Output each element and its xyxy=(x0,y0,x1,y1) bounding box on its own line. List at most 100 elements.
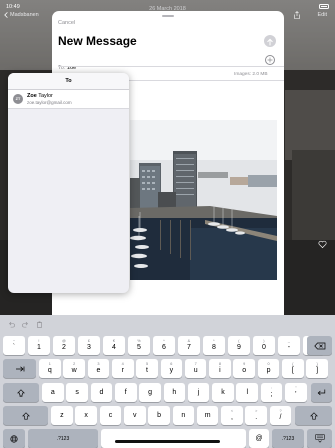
numbers-key-right[interactable]: .?123 xyxy=(272,429,304,448)
globe-key[interactable] xyxy=(3,429,25,448)
key-h[interactable]: h xyxy=(163,383,186,402)
key-y[interactable]: 6y xyxy=(160,359,183,378)
plus-icon xyxy=(267,57,273,63)
numbers-key-left[interactable]: .?123 xyxy=(28,429,98,448)
key-g[interactable]: g xyxy=(139,383,161,402)
key-i[interactable]: 8i xyxy=(209,359,231,378)
key--[interactable]: _ - xyxy=(277,336,300,355)
key-e[interactable]: 3e xyxy=(87,359,110,378)
delete-key[interactable] xyxy=(307,336,332,355)
dismiss-keyboard-key[interactable] xyxy=(307,429,332,448)
key-u[interactable]: 7u xyxy=(184,359,207,378)
key-label: k xyxy=(221,389,225,396)
space-bar[interactable] xyxy=(101,429,246,448)
key-w[interactable]: 2w xyxy=(63,359,85,378)
key-m[interactable]: m xyxy=(196,406,219,425)
key-[[interactable]: {[ xyxy=(282,359,304,378)
add-contact-button[interactable] xyxy=(265,55,275,65)
key-label: 4 xyxy=(111,344,116,352)
key-label: g xyxy=(148,389,152,396)
key-label: c xyxy=(108,412,113,419)
key-alt-label: " xyxy=(295,385,297,390)
key-j[interactable]: j xyxy=(187,383,210,402)
key-t[interactable]: 5t xyxy=(136,359,158,378)
images-label: Images: xyxy=(234,72,252,77)
key-5[interactable]: % 5 xyxy=(127,336,150,355)
key-label: m xyxy=(204,412,211,419)
numbers-key-label: .?123 xyxy=(56,435,70,442)
shift-key-left[interactable] xyxy=(3,406,48,425)
return-key[interactable] xyxy=(311,383,332,402)
key-k[interactable]: k xyxy=(212,383,234,402)
key-0[interactable]: ) 0 xyxy=(252,336,275,355)
key-label: l xyxy=(246,389,249,396)
key-6[interactable]: ^ 6 xyxy=(152,336,175,355)
key-4[interactable]: €4 xyxy=(102,336,125,355)
key-label: s xyxy=(75,389,79,396)
keyboard-shortcut-bar xyxy=(0,315,335,333)
paste-icon[interactable] xyxy=(36,321,43,328)
home-indicator xyxy=(115,440,220,443)
caps-lock-key[interactable] xyxy=(3,383,39,402)
key-o[interactable]: 9o xyxy=(233,359,256,378)
key-a[interactable]: a xyxy=(42,383,64,402)
key-`[interactable]: ~ ` xyxy=(3,336,25,355)
contact-suggestion[interactable]: ZT Zoe Taylor zoe.taylor@gmail.com xyxy=(8,90,129,109)
key-l[interactable]: l xyxy=(236,383,259,402)
key-alt-label: ~ xyxy=(12,338,16,343)
back-button[interactable]: Madsbanen xyxy=(4,12,39,18)
key-7[interactable]: & 7 xyxy=(177,336,200,355)
key-c[interactable]: c xyxy=(99,406,122,425)
harbour-photo xyxy=(130,120,277,280)
key-d[interactable]: d xyxy=(90,383,113,402)
key-z[interactable]: z xyxy=(51,406,73,425)
share-icon[interactable] xyxy=(293,11,301,19)
key-,[interactable]: <, xyxy=(221,406,243,425)
key-n[interactable]: n xyxy=(172,406,195,425)
key-x[interactable]: x xyxy=(75,406,97,425)
key-r[interactable]: 4r xyxy=(111,359,134,378)
tab-key[interactable] xyxy=(3,359,36,378)
key-f[interactable]: f xyxy=(114,383,137,402)
key-'[interactable]: " ' xyxy=(285,383,307,402)
key-3[interactable]: £3 xyxy=(77,336,100,355)
heart-icon[interactable] xyxy=(318,240,327,249)
key-alt-label: * xyxy=(213,338,215,343)
key-;[interactable]: :; xyxy=(260,383,283,402)
shift-key-right[interactable] xyxy=(295,406,332,425)
key-label: ' xyxy=(295,391,297,399)
key-label: q xyxy=(47,367,52,375)
popover-title: To xyxy=(8,73,129,90)
edit-button[interactable]: Edit xyxy=(318,12,327,18)
key-/[interactable]: ? / xyxy=(269,406,292,425)
send-button[interactable] xyxy=(264,35,276,47)
key-q[interactable]: 1q xyxy=(39,359,61,378)
key-.[interactable]: >. xyxy=(245,406,268,425)
key-s[interactable]: s xyxy=(66,383,88,402)
key-alt-label: £ xyxy=(87,338,90,343)
key-label: v xyxy=(132,412,137,419)
at-key[interactable]: @ xyxy=(249,429,269,448)
redo-icon[interactable] xyxy=(22,321,29,328)
key-2[interactable]: @2 xyxy=(52,336,75,355)
key-8[interactable]: * 8 xyxy=(202,336,225,355)
attached-photo[interactable] xyxy=(130,120,277,280)
key-9[interactable]: (9 xyxy=(227,336,250,355)
key-label: 8 xyxy=(211,344,216,352)
key-label: 9 xyxy=(236,344,241,352)
key-p[interactable]: 0p xyxy=(257,359,280,378)
key-1[interactable]: ! 1 xyxy=(27,336,50,355)
key-label: ; xyxy=(270,391,273,399)
key-label: . xyxy=(255,414,258,422)
key-label: 0 xyxy=(261,344,266,352)
key-alt-label: 0 xyxy=(267,361,270,366)
images-size-label: Images: 2.0 MB xyxy=(234,72,268,77)
key-v[interactable]: v xyxy=(123,406,146,425)
key-][interactable]: }] xyxy=(306,359,328,378)
key-label: - xyxy=(287,344,291,352)
key-b[interactable]: b xyxy=(148,406,170,425)
key-alt-label: € xyxy=(112,338,115,343)
undo-icon[interactable] xyxy=(8,321,15,328)
key-alt-label: & xyxy=(187,338,191,343)
contact-first-name: Zoe xyxy=(27,93,37,100)
